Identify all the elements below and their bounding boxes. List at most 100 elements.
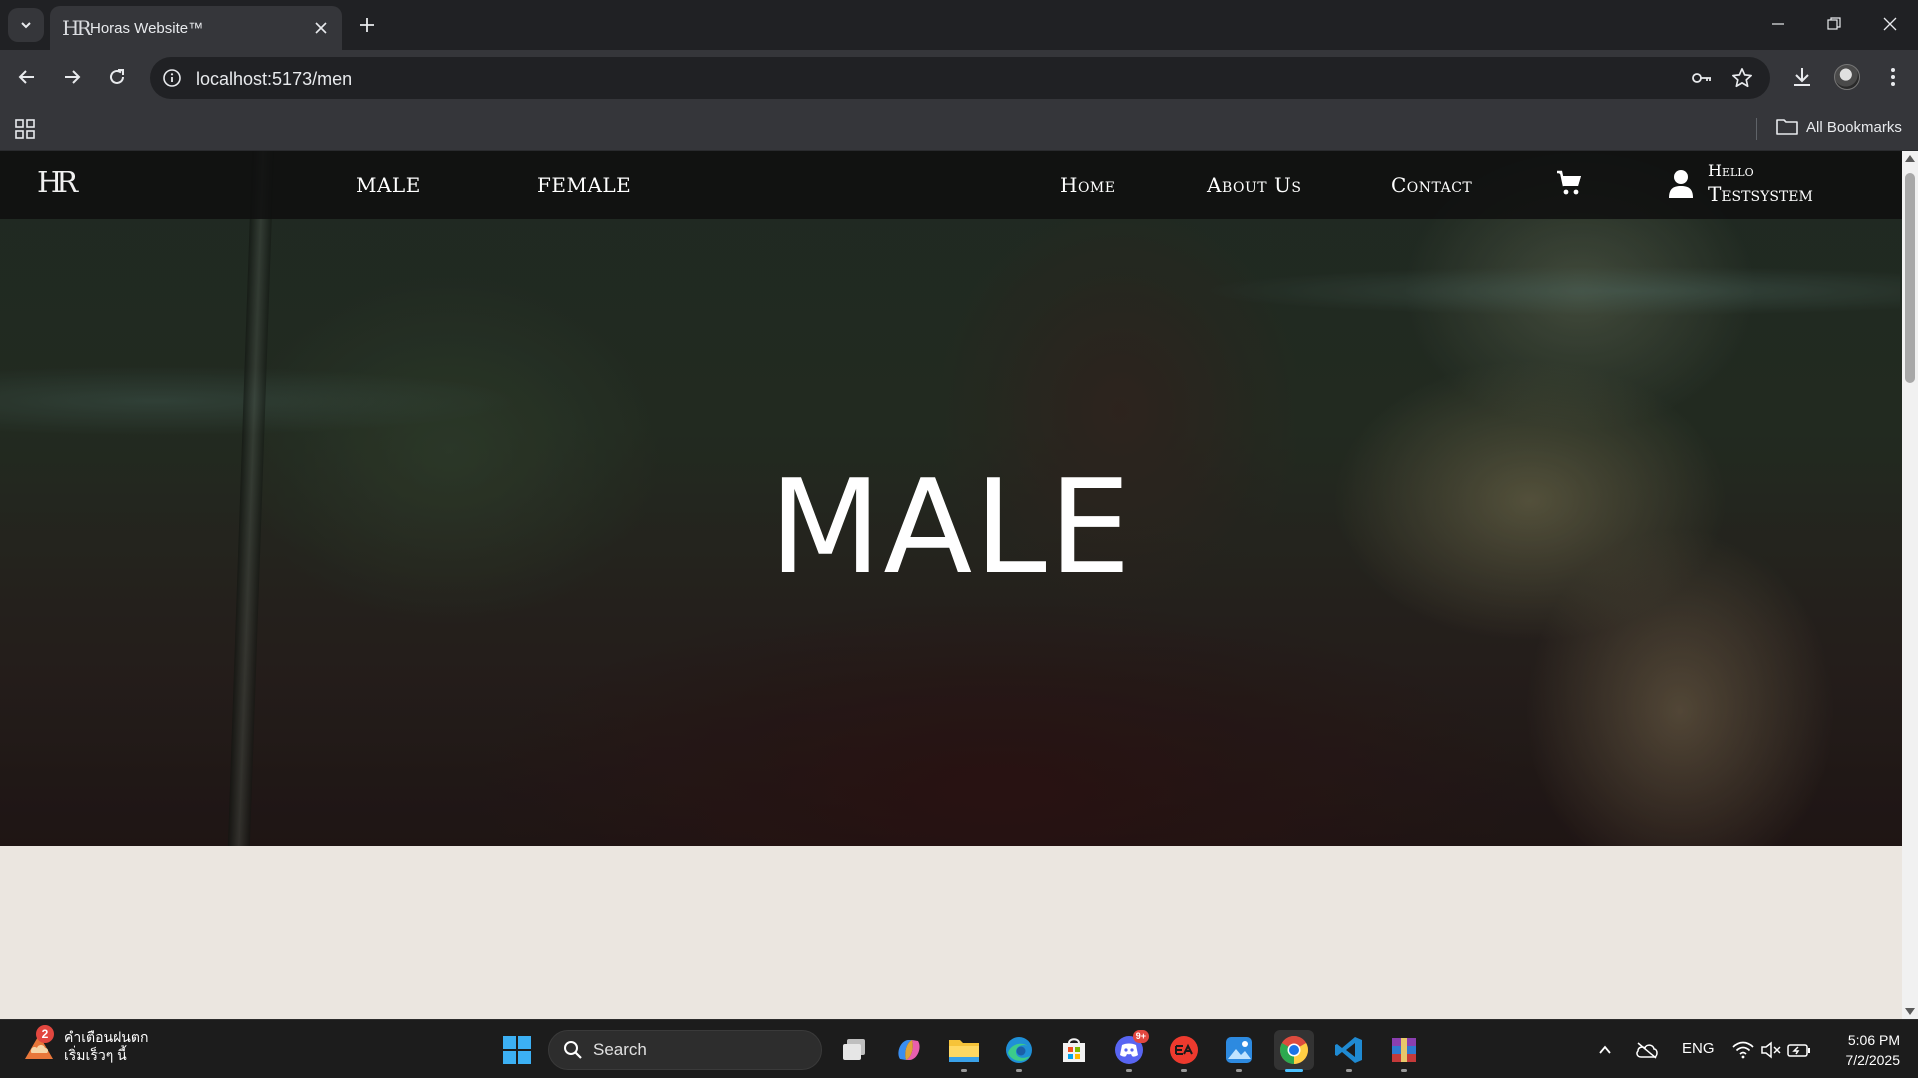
tab-search-button[interactable] xyxy=(8,8,44,42)
taskbar-search-label: Search xyxy=(593,1040,647,1059)
folder-icon xyxy=(949,1040,979,1062)
minimize-button[interactable] xyxy=(1758,8,1798,40)
language-indicator[interactable]: ENG xyxy=(1682,1040,1715,1057)
apps-grid-icon[interactable] xyxy=(14,118,36,140)
all-bookmarks-button[interactable]: All Bookmarks xyxy=(1776,118,1902,136)
edge-icon xyxy=(1006,1037,1032,1063)
search-icon xyxy=(564,1041,582,1059)
taskbar-edge[interactable] xyxy=(999,1030,1039,1072)
nav-link-male[interactable]: MALE xyxy=(356,173,421,197)
running-indicator xyxy=(1016,1069,1022,1072)
ea-icon xyxy=(1170,1036,1198,1064)
running-indicator xyxy=(1126,1069,1132,1072)
menu-button[interactable] xyxy=(1876,60,1910,94)
chevron-up-icon xyxy=(1599,1045,1611,1054)
hero-title: MALE xyxy=(769,451,1133,603)
taskbar-microsoft-store[interactable] xyxy=(1054,1030,1094,1070)
copilot-icon xyxy=(898,1040,920,1060)
download-icon xyxy=(1794,68,1810,86)
weather-line-2: เริ่มเร็วๆ นี้ xyxy=(64,1047,127,1063)
new-tab-button[interactable] xyxy=(352,10,382,40)
taskbar-photos[interactable] xyxy=(1219,1030,1259,1072)
clock-date: 7/2/2025 xyxy=(1845,1052,1901,1068)
bookmarks-divider xyxy=(1756,118,1757,140)
tray-wifi[interactable] xyxy=(1728,1030,1758,1070)
scroll-up-arrow-icon[interactable] xyxy=(1905,155,1915,162)
volume-muted-icon xyxy=(1761,1041,1781,1059)
page-viewport: MALE HR MALE FEMALE Home About Us Contac… xyxy=(0,151,1902,1019)
chrome-icon xyxy=(1280,1036,1308,1064)
restore-button[interactable] xyxy=(1814,8,1854,40)
screen: HR Horas Website™ localhost:5173/men All… xyxy=(0,0,1918,1078)
hero-banner: MALE xyxy=(0,151,1902,846)
taskbar-winrar[interactable] xyxy=(1384,1030,1424,1072)
clock-time: 5:06 PM xyxy=(1847,1032,1900,1048)
password-key-icon[interactable] xyxy=(1690,66,1714,90)
windows-taskbar: 2 คำเตือนฝนตก เริ่มเร็วๆ นี้ Search 9+ E… xyxy=(0,1019,1918,1078)
site-logo[interactable]: HR xyxy=(37,165,78,199)
reload-button[interactable] xyxy=(99,59,135,95)
site-navbar: HR MALE FEMALE Home About Us Contact Hel… xyxy=(0,151,1902,219)
vscode-icon xyxy=(1335,1037,1362,1063)
tray-battery[interactable] xyxy=(1784,1030,1814,1070)
site-info-icon[interactable] xyxy=(160,66,184,90)
taskbar-search-box[interactable]: Search xyxy=(548,1030,822,1070)
tray-volume[interactable] xyxy=(1756,1030,1786,1070)
nav-link-about-us[interactable]: About Us xyxy=(1207,173,1301,197)
scroll-down-arrow-icon[interactable] xyxy=(1905,1008,1915,1015)
active-indicator xyxy=(1285,1069,1303,1072)
close-window-button[interactable] xyxy=(1870,8,1910,40)
user-icon[interactable] xyxy=(1668,169,1694,199)
tray-overflow-button[interactable] xyxy=(1590,1030,1620,1070)
user-greeting: Hello xyxy=(1708,161,1754,180)
running-indicator xyxy=(1401,1069,1407,1072)
weather-widget[interactable]: 2 คำเตือนฝนตก เริ่มเร็วๆ นี้ xyxy=(22,1025,148,1064)
nav-link-home[interactable]: Home xyxy=(1060,173,1115,197)
tab-close-button[interactable] xyxy=(312,19,330,37)
folder-icon xyxy=(1776,119,1798,135)
url-text[interactable]: localhost:5173/men xyxy=(196,69,352,90)
chevron-down-icon xyxy=(21,22,31,29)
taskbar-ea-app[interactable] xyxy=(1164,1030,1204,1072)
address-bar[interactable]: localhost:5173/men xyxy=(150,57,1770,99)
page-scrollbar[interactable] xyxy=(1902,151,1918,1019)
close-icon xyxy=(1883,17,1897,31)
user-name[interactable]: Testsystem xyxy=(1708,182,1813,206)
download-button[interactable] xyxy=(1785,60,1819,94)
nav-link-female[interactable]: FEMALE xyxy=(537,173,631,197)
star-icon[interactable] xyxy=(1730,66,1754,90)
windows-logo-icon xyxy=(503,1036,531,1064)
wifi-icon xyxy=(1732,1041,1754,1059)
cart-icon[interactable] xyxy=(1556,169,1584,197)
taskbar-discord[interactable]: 9+ xyxy=(1109,1030,1149,1072)
taskbar-vscode[interactable] xyxy=(1329,1030,1369,1072)
taskbar-copilot[interactable] xyxy=(889,1030,929,1070)
store-icon xyxy=(1063,1038,1085,1062)
weather-badge: 2 xyxy=(36,1025,54,1043)
browser-tab[interactable]: HR Horas Website™ xyxy=(50,6,342,50)
taskbar-file-explorer[interactable] xyxy=(944,1030,984,1072)
start-button[interactable] xyxy=(497,1030,537,1070)
taskbar-task-view[interactable] xyxy=(834,1030,874,1070)
tab-favicon: HR xyxy=(62,16,91,40)
tab-strip: HR Horas Website™ xyxy=(0,0,1918,50)
forward-button[interactable] xyxy=(54,59,90,95)
winrar-icon xyxy=(1392,1038,1416,1062)
close-icon xyxy=(315,22,327,34)
browser-toolbar: localhost:5173/men xyxy=(0,50,1918,107)
back-button[interactable] xyxy=(9,59,45,95)
running-indicator xyxy=(961,1069,967,1072)
taskbar-chrome[interactable] xyxy=(1274,1030,1314,1072)
scroll-thumb[interactable] xyxy=(1905,173,1915,383)
restore-icon xyxy=(1827,17,1841,30)
running-indicator xyxy=(1181,1069,1187,1072)
nav-link-contact[interactable]: Contact xyxy=(1391,173,1472,197)
tray-onedrive[interactable] xyxy=(1632,1030,1662,1070)
profile-button[interactable] xyxy=(1830,60,1864,94)
plus-icon xyxy=(360,18,374,32)
all-bookmarks-label: All Bookmarks xyxy=(1806,118,1902,136)
photos-icon xyxy=(1226,1037,1252,1063)
battery-charging-icon xyxy=(1787,1044,1810,1057)
discord-badge: 9+ xyxy=(1132,1030,1149,1043)
system-clock[interactable]: 5:06 PM 7/2/2025 xyxy=(1820,1030,1901,1070)
